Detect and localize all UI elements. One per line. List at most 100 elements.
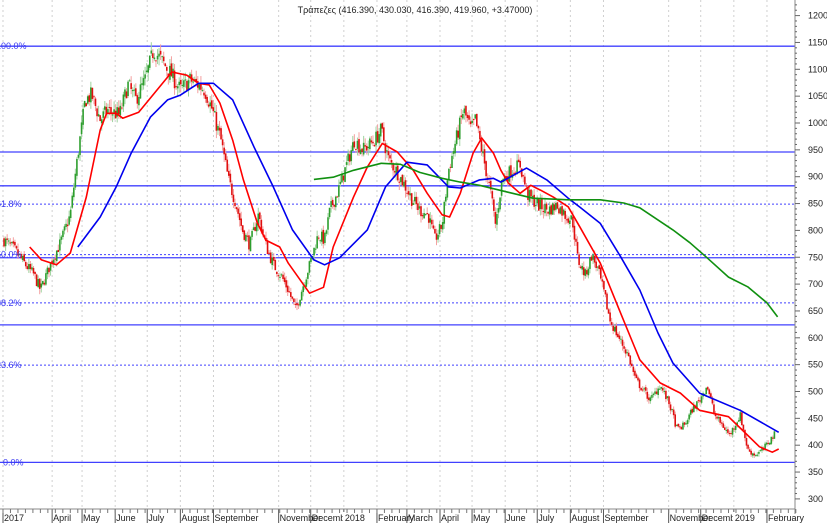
candle-body — [12, 241, 15, 244]
candle-body — [293, 298, 295, 303]
candle-body — [753, 453, 756, 456]
y-tick-label: 900 — [808, 172, 823, 182]
candle-body — [522, 175, 525, 177]
candle-body — [567, 218, 570, 223]
candle-body — [410, 193, 413, 206]
candle-body — [573, 225, 576, 240]
candle-body — [629, 355, 632, 365]
candle-body — [181, 84, 184, 86]
candle-body — [414, 196, 416, 202]
candle-body — [364, 145, 367, 147]
candle-body — [288, 291, 291, 293]
candle-body — [54, 258, 57, 260]
candle-body — [9, 242, 12, 244]
candle-body — [579, 266, 582, 269]
y-tick-label: 1150 — [808, 37, 827, 47]
candle-body — [206, 96, 208, 103]
candle-body — [99, 115, 101, 122]
candle-body — [708, 389, 711, 395]
candle-body — [432, 225, 435, 229]
candle-body — [663, 390, 666, 392]
candle-body — [499, 197, 501, 210]
candle-body — [240, 218, 243, 226]
candle-body — [43, 282, 46, 285]
candle-body — [527, 187, 529, 200]
candle-body — [3, 238, 5, 247]
candle-body — [582, 267, 585, 276]
candle-body — [352, 142, 354, 151]
candle-body — [324, 232, 326, 243]
candle — [35, 273, 38, 287]
candle-body — [59, 239, 61, 251]
candle-body — [620, 338, 622, 340]
candle-body — [96, 108, 98, 117]
candle-body — [725, 430, 728, 432]
candle-body — [728, 433, 731, 435]
candle-body — [57, 249, 60, 252]
candle-body — [398, 181, 401, 183]
y-tick-label: 400 — [808, 440, 823, 450]
candle-body — [73, 187, 75, 198]
candle-body — [300, 291, 303, 301]
candle-body — [748, 449, 751, 452]
candle-body — [330, 201, 332, 208]
candle — [508, 164, 511, 185]
candle-body — [719, 416, 721, 423]
candle-body — [345, 162, 348, 165]
candle-body — [717, 417, 720, 419]
candle-body — [161, 56, 163, 58]
candle-body — [114, 110, 117, 119]
candle-body — [564, 210, 566, 219]
candle-body — [331, 199, 334, 206]
candle-body — [731, 427, 734, 435]
candle-body — [644, 387, 647, 391]
candle-body — [638, 379, 641, 389]
candle-body — [348, 154, 351, 162]
candle — [91, 87, 94, 101]
candle-body — [412, 203, 415, 205]
candle-body — [217, 125, 219, 131]
candle-body — [80, 122, 83, 135]
candle-body — [170, 63, 173, 77]
candle-body — [660, 387, 663, 389]
candle-body — [148, 55, 151, 68]
candle-body — [71, 195, 74, 208]
candle-body — [15, 246, 18, 249]
stock-chart: 100.0% 61.8% 50.0% 38.2% 23.6% 0.0% 300 350 400… — [0, 0, 827, 525]
candle-body — [164, 63, 167, 67]
candle-body — [513, 172, 515, 174]
candle-body — [652, 393, 655, 395]
candle-body — [14, 241, 16, 246]
candle-body — [375, 131, 377, 146]
candle-body — [104, 106, 106, 110]
candle-body — [460, 115, 463, 118]
candle-body — [192, 81, 194, 83]
candle-body — [367, 146, 370, 149]
candle-body — [226, 159, 229, 172]
candle-body — [130, 83, 132, 90]
candle-body — [378, 134, 380, 144]
candle-body — [426, 213, 429, 215]
candle-body — [452, 151, 455, 154]
candle-body — [69, 209, 72, 219]
candle-body — [234, 202, 236, 207]
candle-body — [176, 86, 179, 89]
y-tick-label: 500 — [808, 387, 823, 397]
candle-body — [136, 95, 139, 104]
candle-body — [737, 420, 740, 422]
candle-body — [496, 213, 498, 225]
candle-body — [623, 346, 625, 349]
candle-body — [457, 130, 460, 138]
candle-body — [733, 428, 735, 430]
candle-body — [440, 224, 442, 229]
y-tick-label: 800 — [808, 225, 823, 235]
candle-body — [344, 167, 346, 182]
x-tick-label: April — [53, 513, 71, 523]
candle-body — [204, 94, 207, 99]
candle — [476, 113, 478, 128]
candle-body — [66, 224, 69, 227]
candle-body — [586, 270, 588, 275]
candle-body — [437, 234, 439, 240]
candle-body — [558, 208, 560, 214]
candle-body — [28, 264, 30, 270]
